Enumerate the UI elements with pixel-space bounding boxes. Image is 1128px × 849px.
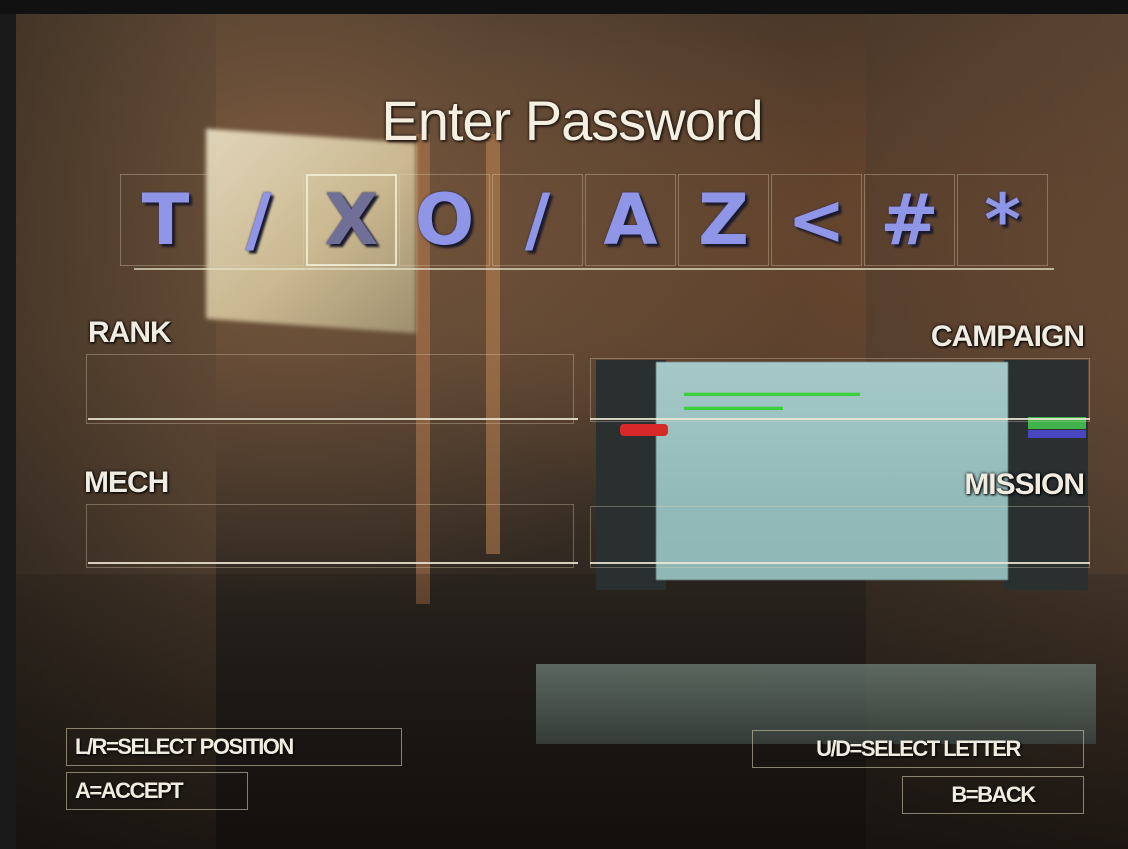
rank-underline [88,418,578,420]
red-indicator [620,424,668,436]
password-char-slot-10[interactable]: * [957,174,1048,266]
top-frame [0,0,1128,14]
mission-underline [590,562,1090,564]
password-char-slot-2[interactable]: / [213,174,304,266]
back-hint: B=BACK [902,776,1084,814]
page-title: Enter Password [381,89,763,152]
campaign-field [590,358,1090,422]
game-screen: Enter Password T / X O / A Z < # * RANK ▬▬▬▬▬▬▬▬▬… [16,14,1128,849]
mech-field [86,504,574,568]
password-char-slot-6[interactable]: A [585,174,676,266]
password-char-slot-4[interactable]: O [399,174,490,266]
password-char-slot-1[interactable]: T [120,174,211,266]
mech-label: MECH [84,466,169,499]
password-char-slot-5[interactable]: / [492,174,583,266]
rank-label: RANK [88,316,172,349]
password-underline [134,268,1054,270]
campaign-underline [590,418,1090,420]
mission-field [590,506,1090,568]
password-char-slot-3[interactable]: X [306,174,397,266]
select-letter-hint: U/D=SELECT LETTER [752,730,1084,768]
password-char-slot-9[interactable]: # [864,174,955,266]
select-position-hint: L/R=SELECT POSITION [66,728,402,766]
blue-indicator [1028,430,1086,438]
password-char-slot-7[interactable]: Z [678,174,769,266]
mission-label: MISSION [964,468,1085,501]
rank-field [86,354,574,424]
password-character-row[interactable]: T / X O / A Z < # * [120,174,1050,270]
mech-underline [88,562,578,564]
accept-hint: A=ACCEPT [66,772,248,810]
password-char-slot-8[interactable]: < [771,174,862,266]
campaign-label: CAMPAIGN [930,320,1085,353]
left-frame [0,14,16,849]
